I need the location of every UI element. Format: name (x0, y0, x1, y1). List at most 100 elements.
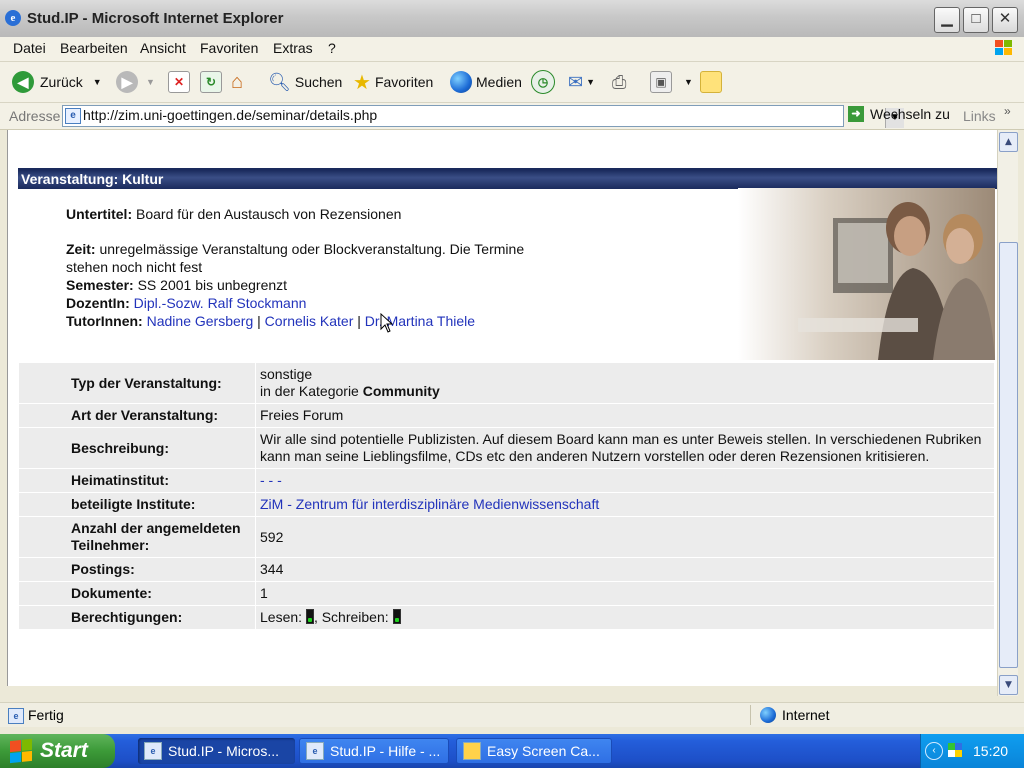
maximize-button[interactable]: □ (963, 7, 989, 33)
stop-button[interactable]: ✕ (168, 70, 190, 94)
go-button[interactable]: ➜ Wechseln zu (848, 106, 950, 122)
forward-button[interactable]: ▶ ▼ (116, 70, 155, 94)
favorites-button[interactable]: ★ Favoriten (353, 70, 433, 94)
table-row: Postings: 344 (18, 557, 995, 582)
detail-category-prefix: in der Kategorie (260, 383, 363, 399)
menu-extras[interactable]: Extras (273, 40, 313, 56)
table-row: Heimatinstitut: - - - (18, 468, 995, 493)
ie-icon: e (144, 742, 162, 760)
refresh-button[interactable]: ↻ (200, 70, 222, 94)
home-icon: ⌂ (231, 70, 244, 93)
history-button[interactable]: ◷ (531, 70, 555, 94)
menu-datei[interactable]: Datei (13, 40, 46, 56)
untertitel-label: Untertitel: (66, 206, 133, 222)
close-button[interactable]: ✕ (992, 7, 1018, 33)
menu-help[interactable]: ? (328, 40, 336, 56)
scroll-down-icon[interactable]: ▼ (999, 675, 1018, 695)
menu-bearbeiten[interactable]: Bearbeiten (60, 40, 128, 56)
write-permission-label: , Schreiben: (313, 609, 389, 625)
address-label: Adresse (9, 108, 61, 124)
system-tray: ‹ 15:20 (920, 734, 1024, 768)
tray-app-icon[interactable] (947, 742, 963, 758)
media-globe-icon (450, 71, 472, 93)
detail-label: Typ der Veranstaltung: (18, 362, 256, 404)
taskbar-item-screen-capture[interactable]: Easy Screen Ca... (456, 738, 612, 764)
dozent-label: DozentIn: (66, 295, 130, 311)
course-header: Veranstaltung: Kultur (18, 170, 998, 189)
links-chevron-icon[interactable]: » (1004, 104, 1011, 118)
menu-ansicht[interactable]: Ansicht (140, 40, 186, 56)
back-dropdown-icon[interactable]: ▼ (93, 77, 102, 87)
detail-value: 344 (255, 557, 995, 582)
table-row: Art der Veranstaltung: Freies Forum (18, 403, 995, 428)
page-icon: e (65, 108, 81, 124)
menu-favoriten[interactable]: Favoriten (200, 40, 258, 56)
windows-flag-icon (10, 738, 32, 764)
start-label: Start (40, 739, 88, 762)
detail-label: Art der Veranstaltung: (18, 403, 256, 428)
status-text: Fertig (28, 707, 64, 723)
print-button[interactable]: ⎙ (612, 70, 626, 94)
taskbar: Start e Stud.IP - Micros... e Stud.IP - … (0, 734, 1024, 768)
links-label[interactable]: Links (963, 108, 996, 124)
address-input[interactable]: e http://zim.uni-goettingen.de/seminar/d… (62, 105, 904, 128)
write-status-light-icon (392, 609, 401, 624)
detail-value: Wir alle sind potentielle Publizisten. A… (255, 427, 995, 469)
refresh-icon: ↻ (200, 71, 222, 93)
detail-value: - - - (255, 468, 995, 493)
mail-button[interactable]: ✉ ▼ (568, 70, 595, 94)
detail-value: Freies Forum (255, 403, 995, 428)
institute-link[interactable]: ZiM - Zentrum für interdisziplinäre Medi… (260, 496, 599, 512)
media-button[interactable]: Medien (450, 70, 522, 94)
untertitel-row: Untertitel: Board für den Austausch von … (66, 205, 746, 223)
dozent-link[interactable]: Dipl.-Sozw. Ralf Stockmann (134, 295, 307, 311)
tutor-row: TutorInnen: Nadine Gersberg | Cornelis K… (66, 312, 746, 330)
tutor-link-2[interactable]: Cornelis Kater (265, 313, 354, 329)
title-bar: e Stud.IP - Microsoft Internet Explorer … (0, 0, 1024, 38)
table-row: Beschreibung: Wir alle sind potentielle … (18, 427, 995, 469)
screen-capture-icon (463, 742, 481, 760)
back-button[interactable]: ◀ Zurück ▼ (12, 70, 102, 94)
detail-value: 592 (255, 516, 995, 558)
internet-globe-icon (760, 707, 776, 723)
page-status-icon: e (8, 708, 24, 724)
untertitel-value: Board für den Austausch von Rezensionen (136, 206, 402, 222)
scroll-thumb[interactable] (999, 242, 1018, 668)
read-status-light-icon (305, 609, 314, 624)
search-button[interactable]: 🔍︎ Suchen (268, 70, 342, 94)
toolbar: ◀ Zurück ▼ ▶ ▼ ✕ ↻ ⌂ 🔍︎ Suchen ★ Favorit… (0, 62, 1024, 103)
minimize-button[interactable]: ▁ (934, 7, 960, 33)
detail-value: ZiM - Zentrum für interdisziplinäre Medi… (255, 492, 995, 517)
taskbar-item-label: Stud.IP - Micros... (168, 743, 279, 759)
edit-icon: ▣ (650, 71, 672, 93)
detail-label: Beschreibung: (18, 427, 256, 469)
scroll-up-icon[interactable]: ▲ (999, 132, 1018, 152)
browser-window: e Stud.IP - Microsoft Internet Explorer … (0, 0, 1024, 734)
detail-category-value: Community (362, 383, 440, 399)
forward-dropdown-icon[interactable]: ▼ (146, 77, 155, 87)
forward-arrow-icon: ▶ (116, 71, 138, 93)
home-button[interactable]: ⌂ (231, 70, 243, 94)
start-button[interactable]: Start (0, 734, 115, 768)
mail-dropdown-icon[interactable]: ▼ (586, 77, 595, 87)
taskbar-item-label: Easy Screen Ca... (487, 743, 600, 759)
detail-label: Heimatinstitut: (18, 468, 256, 493)
taskbar-item-help[interactable]: e Stud.IP - Hilfe - ... (299, 738, 449, 764)
messenger-button[interactable] (700, 70, 722, 94)
semester-row: Semester: SS 2001 bis unbegrenzt (66, 276, 746, 294)
edit-button[interactable]: ▣ ▼ (650, 70, 693, 94)
stop-icon: ✕ (168, 71, 190, 93)
mouse-cursor-icon (380, 313, 394, 333)
dozent-row: DozentIn: Dipl.-Sozw. Ralf Stockmann (66, 294, 746, 312)
edit-dropdown-icon[interactable]: ▼ (684, 77, 693, 87)
tutor-link-1[interactable]: Nadine Gersberg (147, 313, 254, 329)
menu-bar: Datei Bearbeiten Ansicht Favoriten Extra… (0, 37, 1024, 62)
vertical-scrollbar[interactable]: ▲ ▼ (997, 130, 1018, 696)
detail-label: Berechtigungen: (18, 605, 256, 630)
table-row: Anzahl der angemeldeten Teilnehmer: 592 (18, 516, 995, 558)
home-institute-link[interactable]: - - - (260, 472, 282, 488)
tray-expand-icon[interactable]: ‹ (925, 742, 943, 760)
detail-label: beteiligte Institute: (18, 492, 256, 517)
taskbar-item-studip[interactable]: e Stud.IP - Micros... (138, 738, 295, 764)
security-zone: Internet (760, 707, 829, 723)
